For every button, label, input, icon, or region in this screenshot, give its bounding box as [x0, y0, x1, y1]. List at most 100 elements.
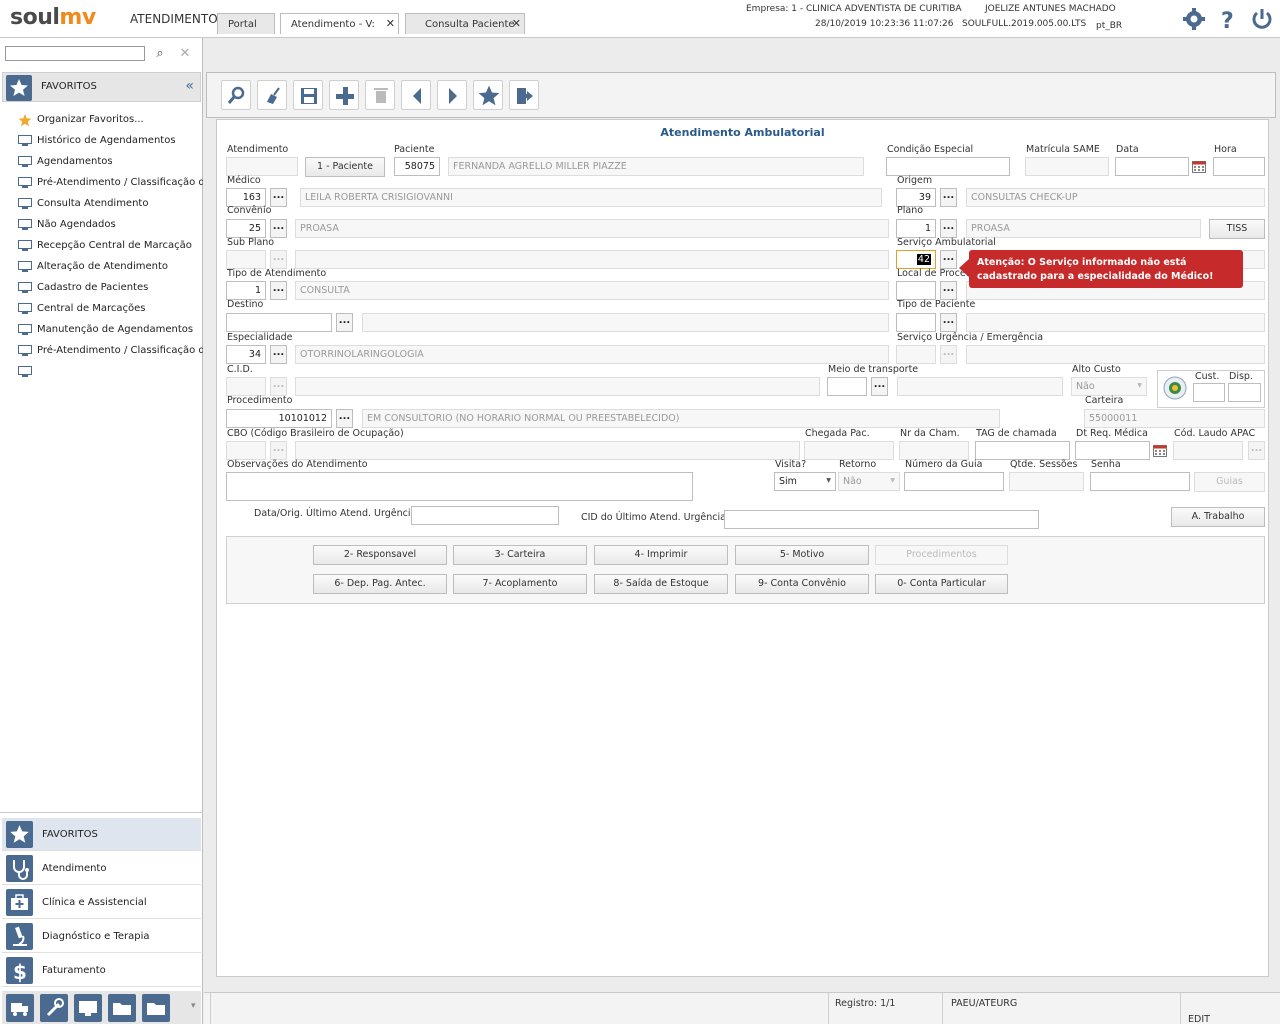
servico-urgencia-input[interactable] — [896, 345, 936, 364]
truck-icon[interactable] — [6, 994, 34, 1022]
servico-urgencia-lookup-button[interactable]: ... — [940, 345, 957, 364]
module-atendimento[interactable]: Atendimento — [2, 852, 201, 885]
paciente-button[interactable]: 1 - Paciente — [305, 157, 385, 177]
procedimento-code-input[interactable]: 10101012 — [226, 409, 332, 428]
convenio-code-input[interactable]: 25 — [226, 219, 266, 238]
tab-consulta-paciente[interactable]: Consulta Paciente ✕ — [405, 13, 525, 34]
conta-convenio-button[interactable]: 9- Conta Convênio — [735, 574, 869, 594]
local-proced-input[interactable] — [896, 281, 936, 300]
plano-code-input[interactable]: 1 — [896, 219, 936, 238]
menu-search-input[interactable] — [5, 46, 145, 61]
fav-item[interactable]: Manutenção de Agendamentos — [18, 324, 203, 345]
paciente-code-input[interactable]: 58075 — [394, 157, 440, 176]
carteira-button[interactable]: 3- Carteira — [453, 545, 587, 565]
fav-item-organizar[interactable]: Organizar Favoritos... — [18, 114, 203, 135]
atendimento-input[interactable] — [226, 157, 298, 176]
retorno-select[interactable]: Não ▾ — [838, 472, 900, 491]
tipo-paciente-lookup-button[interactable]: ... — [940, 313, 957, 332]
module-clinica[interactable]: Clínica e Assistencial — [2, 886, 201, 919]
acidente-trabalho-button[interactable]: A. Trabalho — [1171, 507, 1265, 527]
cod-laudo-lookup-button[interactable]: ... — [1248, 441, 1265, 460]
hora-input[interactable] — [1213, 157, 1265, 176]
tipo-atendimento-code-input[interactable]: 1 — [226, 281, 266, 300]
fav-item[interactable]: Central de Marcações — [18, 303, 203, 324]
favorites-header[interactable]: FAVORITOS « — [2, 72, 201, 102]
medico-lookup-button[interactable]: ... — [270, 188, 287, 207]
search-icon[interactable]: ⌕ — [151, 46, 169, 62]
local-proced-lookup-button[interactable]: ... — [940, 281, 957, 300]
collapse-icon[interactable]: « — [185, 78, 194, 94]
tipo-atendimento-lookup-button[interactable]: ... — [270, 281, 287, 300]
wrench-icon[interactable] — [40, 994, 68, 1022]
dep-pag-antec-button[interactable]: 6- Dep. Pag. Antec. — [313, 574, 447, 594]
plano-lookup-button[interactable]: ... — [940, 219, 957, 238]
next-button[interactable] — [437, 80, 467, 110]
especialidade-lookup-button[interactable]: ... — [270, 345, 287, 364]
clear-form-button[interactable] — [257, 80, 287, 110]
fav-item[interactable]: Consulta Atendimento — [18, 198, 203, 219]
monitor-icon[interactable] — [74, 994, 102, 1022]
fav-item[interactable]: Pré-Atendimento / Classificação de R — [18, 345, 203, 366]
close-icon[interactable]: ✕ — [386, 17, 395, 30]
servico-lookup-button[interactable]: ... — [940, 250, 957, 269]
close-icon[interactable]: ✕ — [512, 17, 521, 30]
fav-item-empty[interactable] — [18, 366, 203, 387]
destino-input[interactable] — [226, 313, 332, 332]
acoplamento-button[interactable]: 7- Acoplamento — [453, 574, 587, 594]
meio-transporte-lookup-button[interactable]: ... — [871, 377, 888, 396]
servico-ambulatorial-input[interactable]: 42 — [896, 250, 936, 269]
motivo-button[interactable]: 5- Motivo — [735, 545, 869, 565]
tipo-paciente-input[interactable] — [896, 313, 936, 332]
data-input[interactable] — [1115, 157, 1189, 176]
sub-plano-code-input[interactable] — [226, 250, 266, 269]
guias-button[interactable]: Guias — [1194, 472, 1265, 492]
favorite-button[interactable] — [473, 80, 503, 110]
imprimir-button[interactable]: 4- Imprimir — [594, 545, 728, 565]
save-button[interactable] — [293, 80, 323, 110]
visita-select[interactable]: Sim ▾ — [774, 472, 836, 491]
delete-button[interactable] — [365, 80, 395, 110]
alto-custo-select[interactable]: Não ▾ — [1071, 377, 1147, 396]
meio-transporte-input[interactable] — [827, 377, 867, 396]
previous-button[interactable] — [401, 80, 431, 110]
calendar-icon[interactable] — [1192, 160, 1206, 173]
folder-icon[interactable] — [108, 994, 136, 1022]
search-button[interactable] — [221, 80, 251, 110]
cid-lookup-button[interactable]: ... — [270, 377, 287, 396]
procedimento-lookup-button[interactable]: ... — [336, 409, 353, 428]
chevron-down-icon[interactable]: ▾ — [191, 1001, 196, 1011]
cust-input[interactable] — [1193, 383, 1225, 402]
tiss-button[interactable]: TISS — [1209, 219, 1265, 239]
cid-code-input[interactable] — [226, 377, 266, 396]
fav-item[interactable]: Histórico de Agendamentos — [18, 135, 203, 156]
tab-atendimento[interactable]: Atendimento - V: ✕ — [280, 13, 399, 34]
clear-icon[interactable]: ✕ — [176, 46, 194, 62]
fav-item[interactable]: Alteração de Atendimento — [18, 261, 203, 282]
module-diagnostico[interactable]: Diagnóstico e Terapia — [2, 920, 201, 953]
tab-portal[interactable]: Portal — [217, 13, 275, 34]
splitter-handle[interactable] — [0, 812, 203, 816]
data-orig-urgencia-input[interactable] — [411, 506, 559, 525]
procedimentos-button[interactable]: Procedimentos — [875, 545, 1008, 565]
numero-guia-input[interactable] — [904, 472, 1004, 491]
senha-input[interactable] — [1090, 472, 1190, 491]
fav-item[interactable]: Pré-Atendimento / Classificação de R — [18, 177, 203, 198]
cid-ultimo-input[interactable] — [724, 510, 1039, 529]
responsavel-button[interactable]: 2- Responsavel — [313, 545, 447, 565]
condicao-especial-input[interactable] — [886, 157, 1010, 176]
module-faturamento[interactable]: $ Faturamento — [2, 954, 201, 987]
fav-item[interactable]: Recepção Central de Marcação — [18, 240, 203, 261]
exit-button[interactable] — [509, 80, 539, 110]
cbo-code-input[interactable] — [226, 441, 266, 460]
tag-chamada-input[interactable] — [975, 441, 1070, 460]
cod-laudo-apac-input[interactable] — [1173, 441, 1243, 460]
destino-lookup-button[interactable]: ... — [336, 313, 353, 332]
help-icon[interactable]: ? — [1215, 6, 1241, 34]
fav-item[interactable]: Cadastro de Pacientes — [18, 282, 203, 303]
folder-icon[interactable] — [142, 994, 170, 1022]
power-icon[interactable] — [1249, 6, 1275, 32]
saida-estoque-button[interactable]: 8- Saída de Estoque — [594, 574, 728, 594]
dt-req-medica-input[interactable] — [1075, 441, 1150, 460]
add-button[interactable] — [329, 80, 359, 110]
sub-plano-lookup-button[interactable]: ... — [270, 250, 287, 269]
